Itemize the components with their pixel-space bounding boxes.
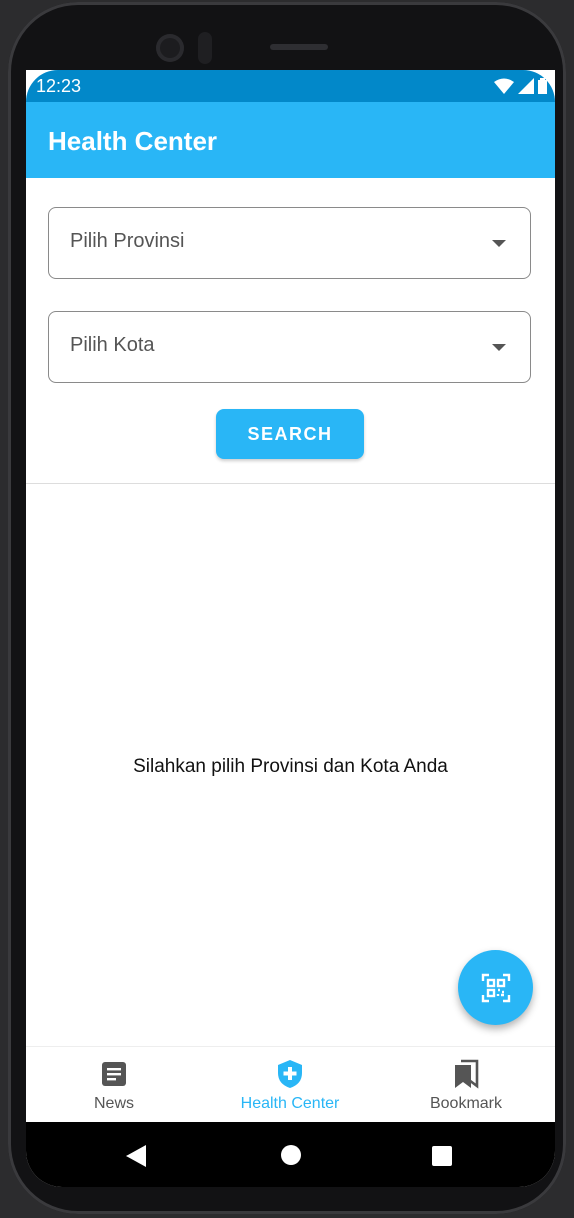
nav-item-news[interactable]: News [26, 1047, 202, 1123]
signal-icon [518, 78, 534, 94]
front-camera [156, 34, 184, 62]
qr-scan-icon [481, 973, 510, 1002]
nav-label-health-center: Health Center [240, 1095, 340, 1112]
bookmarks-icon [455, 1059, 479, 1089]
nav-item-bookmark[interactable]: Bookmark [378, 1047, 554, 1123]
recents-icon[interactable] [432, 1146, 452, 1166]
proximity-sensor [198, 32, 212, 64]
back-icon[interactable] [126, 1145, 146, 1167]
article-icon [102, 1062, 126, 1086]
app-bar: Health Center [26, 102, 555, 178]
province-dropdown[interactable]: Pilih Provinsi [48, 207, 531, 279]
home-icon[interactable] [281, 1145, 301, 1165]
battery-icon [538, 78, 547, 94]
earpiece-speaker [270, 44, 328, 50]
province-dropdown-label: Pilih Provinsi [70, 230, 185, 252]
system-navigation-bar [26, 1122, 555, 1187]
app-screen: 12:23 Health Center Pilih Provinsi Pilih… [26, 70, 555, 1187]
shield-plus-icon [278, 1060, 302, 1088]
dropdown-arrow-icon [492, 344, 506, 351]
search-button[interactable]: SEARCH [216, 409, 364, 459]
page-title: Health Center [48, 126, 218, 156]
qr-scan-button[interactable] [458, 950, 533, 1025]
status-icons [494, 78, 547, 94]
city-dropdown[interactable]: Pilih Kota [48, 311, 531, 383]
status-time: 12:23 [36, 76, 82, 96]
wifi-icon [494, 78, 514, 94]
nav-label-news: News [93, 1095, 134, 1112]
divider [26, 483, 555, 484]
empty-state-message: Silahkan pilih Provinsi dan Kota Anda [133, 756, 448, 777]
nav-item-health-center[interactable]: Health Center [202, 1047, 378, 1123]
status-bar: 12:23 [26, 70, 555, 102]
dropdown-arrow-icon [492, 240, 506, 247]
city-dropdown-label: Pilih Kota [70, 334, 155, 356]
bottom-navigation: News Health Center Bookmark [26, 1046, 555, 1123]
nav-label-bookmark: Bookmark [429, 1095, 503, 1112]
